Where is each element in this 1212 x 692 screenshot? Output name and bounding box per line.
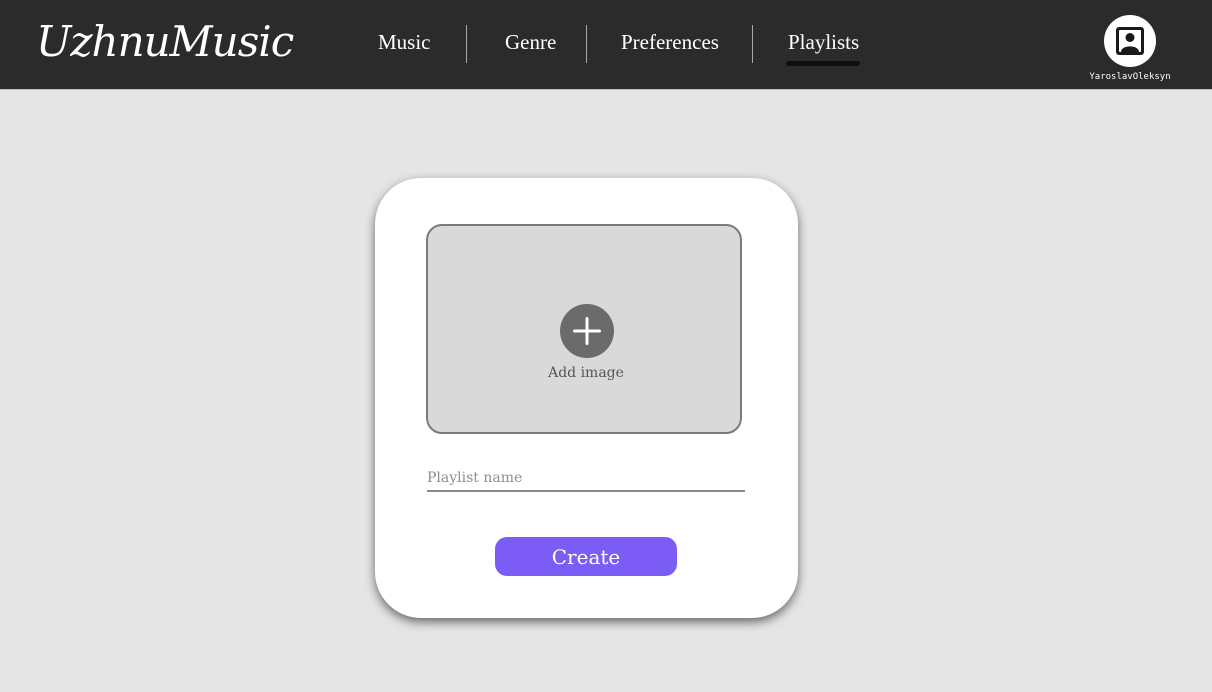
plus-circle-icon [560,304,614,358]
user-portrait-icon [1116,27,1144,55]
nav-divider [466,25,467,63]
top-navigation-bar: UzhnuMusic Music Genre Preferences Playl… [0,0,1212,90]
active-tab-indicator [786,61,860,66]
nav-item-music[interactable]: Music [378,26,431,58]
user-avatar[interactable] [1104,15,1156,67]
add-image-dropzone[interactable]: Add image [426,224,742,434]
nav-item-playlists[interactable]: Playlists [788,26,859,58]
playlist-name-input[interactable] [427,466,745,492]
nav-item-preferences[interactable]: Preferences [621,26,719,58]
nav-item-genre[interactable]: Genre [505,26,556,58]
create-button[interactable]: Create [495,537,677,576]
nav-divider [586,25,587,63]
add-image-label: Add image [548,365,624,381]
username-label: YaroslavOleksyn [1089,72,1171,82]
app-logo[interactable]: UzhnuMusic [36,14,294,70]
create-playlist-card: Add image Create [375,178,798,618]
nav-divider [752,25,753,63]
